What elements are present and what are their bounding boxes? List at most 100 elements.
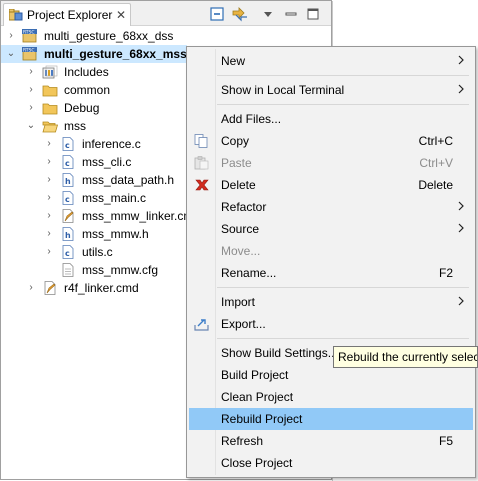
view-menu-icon[interactable] — [260, 6, 276, 22]
refresh-icon — [194, 434, 210, 448]
menu-item-new[interactable]: New — [189, 50, 473, 72]
menu-item-show-in-local-terminal[interactable]: Show in Local Terminal — [189, 79, 473, 101]
submenu-arrow-icon — [457, 199, 465, 216]
collapse-chevron-icon[interactable]: ⌄ — [26, 120, 36, 132]
tree-item-label: mss_mmw_linker.cmd — [82, 209, 201, 223]
menu-separator — [217, 287, 469, 288]
tree-item-label: mss — [64, 119, 86, 133]
includes-icon — [42, 65, 58, 79]
export-icon — [194, 317, 210, 331]
submenu-arrow-icon — [457, 82, 465, 99]
menu-item-rebuild-project[interactable]: Rebuild Project — [189, 408, 473, 430]
menu-item-clean-project[interactable]: Clean Project — [189, 386, 473, 408]
expand-chevron-icon[interactable]: › — [44, 246, 54, 258]
menu-item-label: Refresh — [221, 434, 264, 448]
folder-icon — [42, 83, 58, 97]
expand-chevron-icon[interactable]: › — [44, 174, 54, 186]
folder-icon — [42, 101, 58, 115]
svg-text:c: c — [65, 141, 70, 150]
tab-project-explorer[interactable]: Project Explorer ✕ — [3, 3, 131, 26]
menu-item-close-project[interactable]: Close Project — [189, 452, 473, 474]
menu-item-import[interactable]: Import — [189, 291, 473, 313]
menu-item-export[interactable]: Export... — [189, 313, 473, 335]
menu-item-label: Paste — [221, 156, 252, 170]
view-header: Project Explorer ✕ — [1, 1, 331, 26]
link-with-editor-icon[interactable] — [231, 6, 247, 22]
expand-chevron-icon[interactable]: › — [6, 30, 16, 42]
collapse-all-icon[interactable] — [209, 6, 225, 22]
rtsc-project-icon: RTSC — [22, 47, 38, 61]
menu-item-source[interactable]: Source — [189, 218, 473, 240]
menu-item-label: Source — [221, 222, 260, 236]
menu-item-label: Refactor — [221, 200, 267, 214]
tree-item-label: mss_main.c — [82, 191, 147, 205]
svg-text:RTSC: RTSC — [23, 29, 35, 35]
menu-item-move[interactable]: Move... — [189, 240, 473, 262]
menu-item-shortcut: F2 — [438, 266, 453, 280]
tooltip: Rebuild the currently selected — [333, 346, 478, 368]
folder-open-icon — [42, 119, 59, 133]
menu-item-refresh[interactable]: Refresh F5 — [189, 430, 473, 452]
menu-item-label: Export... — [221, 317, 266, 331]
minimize-icon[interactable] — [283, 6, 299, 22]
menu-separator — [217, 104, 469, 105]
maximize-icon[interactable] — [305, 6, 321, 22]
menu-item-label: Clean Project — [221, 390, 294, 404]
collapse-chevron-icon[interactable]: ⌄ — [6, 48, 16, 60]
tab-label: Project Explorer — [27, 8, 113, 22]
expand-chevron-icon[interactable]: › — [26, 282, 36, 294]
menu-separator — [217, 338, 469, 339]
menu-item-label: Rebuild Project — [221, 412, 303, 426]
menu-item-delete[interactable]: Delete Delete — [189, 174, 473, 196]
expand-chevron-icon[interactable]: › — [44, 192, 54, 204]
menu-item-copy[interactable]: Copy Ctrl+C — [189, 130, 473, 152]
menu-item-label: Import — [221, 295, 256, 309]
delete-icon — [194, 178, 210, 192]
tree-item-label: utils.c — [82, 245, 113, 259]
menu-item-label: Build Project — [221, 368, 289, 382]
svg-text:c: c — [65, 159, 70, 168]
expand-chevron-icon[interactable]: › — [44, 138, 54, 150]
h-file-icon: h — [60, 227, 76, 241]
menu-separator — [217, 75, 469, 76]
close-icon[interactable]: ✕ — [116, 8, 126, 22]
expand-chevron-icon[interactable]: › — [44, 210, 54, 222]
submenu-arrow-icon — [457, 53, 465, 70]
expand-chevron-icon[interactable]: › — [44, 228, 54, 240]
menu-item-label: New — [221, 54, 246, 68]
context-menu: New Show in Local Terminal Add Files... Cop… — [186, 46, 476, 478]
menu-item-paste[interactable]: Paste Ctrl+V — [189, 152, 473, 174]
tree-item[interactable]: ⌄ RTSC multi_gesture_68xx_mss — [1, 45, 187, 63]
tree-item-label: Includes — [64, 65, 109, 79]
menu-item-label: Copy — [221, 134, 250, 148]
tree-item-label: mss_mmw.cfg — [82, 263, 159, 277]
menu-item-label: Add Files... — [221, 112, 282, 126]
expand-chevron-icon[interactable]: › — [26, 66, 36, 78]
submenu-arrow-icon — [457, 221, 465, 238]
copy-icon — [194, 134, 210, 148]
menu-item-label: Delete — [221, 178, 256, 192]
c-file-icon: c — [60, 245, 76, 259]
c-file-icon: c — [60, 191, 76, 205]
expand-chevron-icon[interactable]: › — [26, 102, 36, 114]
menu-item-label: Move... — [221, 244, 261, 258]
tree-item-label: mss_data_path.h — [82, 173, 175, 187]
tree-item-label: inference.c — [82, 137, 141, 151]
expand-chevron-icon[interactable]: › — [26, 84, 36, 96]
tree-item-label: multi_gesture_68xx_mss — [44, 47, 187, 61]
menu-item-refactor[interactable]: Refactor — [189, 196, 473, 218]
svg-text:h: h — [65, 177, 71, 186]
expand-chevron-icon[interactable]: › — [44, 156, 54, 168]
menu-item-label: Close Project — [221, 456, 293, 470]
menu-item-rename[interactable]: Rename... F2 — [189, 262, 473, 284]
c-file-icon: c — [60, 137, 76, 151]
menu-item-shortcut: Ctrl+V — [419, 156, 453, 170]
rtsc-project-icon: RTSC — [22, 29, 38, 43]
svg-text:h: h — [65, 231, 71, 240]
svg-text:c: c — [65, 195, 70, 204]
h-file-icon: h — [60, 173, 76, 187]
linker-file-icon — [42, 281, 58, 295]
menu-item-add-files[interactable]: Add Files... — [189, 108, 473, 130]
tree-item[interactable]: › RTSC multi_gesture_68xx_dss — [1, 27, 331, 45]
tree-item-label: mss_mmw.h — [82, 227, 149, 241]
